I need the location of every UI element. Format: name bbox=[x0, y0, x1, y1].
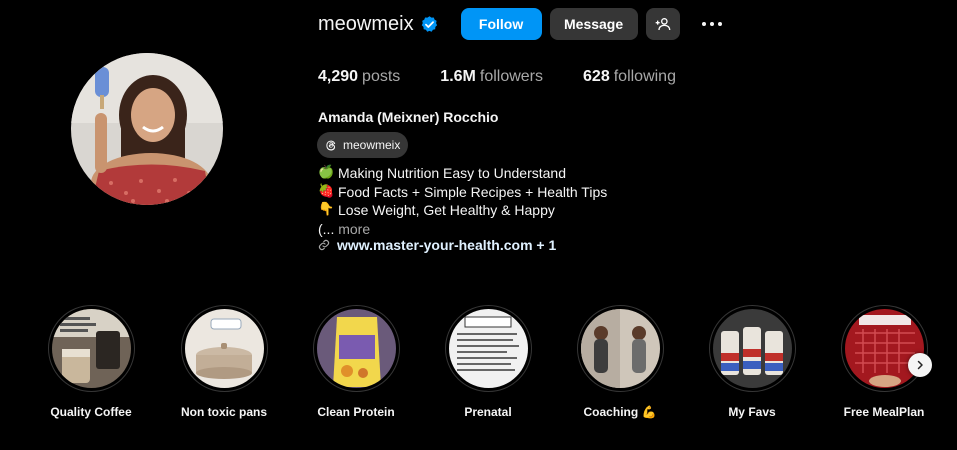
highlight-label: Coaching 💪 bbox=[583, 405, 657, 419]
profile-avatar[interactable] bbox=[71, 53, 223, 205]
highlight-cover bbox=[580, 309, 660, 388]
bio-line-text: Lose Weight, Get Healthy & Happy bbox=[338, 202, 555, 218]
highlight-label: My Favs bbox=[728, 405, 776, 419]
followers-stat[interactable]: 1.6M followers bbox=[440, 68, 543, 86]
pointing-down-icon: 👇 bbox=[318, 202, 335, 217]
link-icon bbox=[318, 239, 330, 251]
chevron-right-icon bbox=[917, 360, 923, 370]
highlight-label: Quality Coffee bbox=[50, 405, 132, 419]
external-link-text[interactable]: www.master-your-health.com + 1 bbox=[337, 237, 556, 253]
strawberry-icon: 🍓 bbox=[318, 183, 335, 199]
highlight-cover bbox=[184, 309, 264, 388]
following-stat[interactable]: 628 following bbox=[583, 68, 676, 86]
highlight-ring bbox=[444, 305, 532, 392]
highlight-prenatal[interactable]: Prenatal bbox=[433, 305, 543, 419]
highlight-my-favs[interactable]: My Favs bbox=[697, 305, 807, 419]
highlight-ring bbox=[708, 305, 796, 392]
followers-count: 1.6M bbox=[440, 68, 476, 85]
external-link[interactable]: www.master-your-health.com + 1 bbox=[318, 237, 556, 253]
profile-header: meowmeix Follow Message bbox=[318, 8, 722, 40]
posts-label: posts bbox=[362, 68, 401, 85]
highlight-label: Free MealPlan bbox=[843, 405, 925, 419]
threads-icon bbox=[326, 140, 336, 151]
bio: 🍏 Making Nutrition Easy to Understand 🍓 … bbox=[318, 164, 607, 238]
bio-line-text: Food Facts + Simple Recipes + Health Tip… bbox=[338, 183, 608, 200]
following-count: 628 bbox=[583, 68, 610, 85]
highlight-label: Clean Protein bbox=[317, 405, 395, 419]
more-link[interactable]: more bbox=[338, 220, 370, 239]
highlight-cover bbox=[316, 309, 396, 388]
message-button[interactable]: Message bbox=[549, 8, 638, 40]
threads-handle: meowmeix bbox=[343, 138, 401, 152]
highlight-cover bbox=[712, 309, 792, 388]
highlight-label: Non toxic pans bbox=[180, 405, 267, 419]
bio-line: 👇 Lose Weight, Get Healthy & Happy bbox=[318, 201, 607, 220]
following-label: following bbox=[613, 68, 676, 85]
threads-link[interactable]: meowmeix bbox=[317, 132, 409, 158]
highlight-non-toxic-pans[interactable]: Non toxic pans bbox=[169, 305, 279, 419]
followers-label: followers bbox=[479, 68, 544, 85]
highlight-ring bbox=[840, 305, 928, 392]
highlight-ring bbox=[180, 305, 268, 392]
posts-stat: 4,290 posts bbox=[318, 68, 400, 86]
full-name: Amanda (Meixner) Rocchio bbox=[318, 109, 499, 125]
highlight-ring bbox=[312, 305, 400, 392]
green-apple-icon: 🍏 bbox=[318, 165, 335, 180]
highlight-clean-protein[interactable]: Clean Protein bbox=[301, 305, 411, 419]
posts-count: 4,290 bbox=[318, 68, 359, 85]
highlight-ring bbox=[576, 305, 664, 392]
suggested-accounts-button[interactable] bbox=[645, 8, 680, 40]
more-options-icon[interactable] bbox=[701, 8, 722, 40]
bio-line: 🍓 Food Facts + Simple Recipes + Health T… bbox=[318, 183, 607, 202]
follow-button[interactable]: Follow bbox=[460, 8, 542, 40]
highlights-next-button[interactable] bbox=[908, 353, 932, 377]
add-user-icon bbox=[655, 18, 670, 31]
highlight-ring bbox=[47, 305, 135, 392]
bio-line-text: Making Nutrition Easy to Understand bbox=[338, 165, 566, 181]
highlight-quality-coffee[interactable]: Quality Coffee bbox=[36, 305, 146, 419]
profile-stats: 4,290 posts 1.6M followers 628 following bbox=[318, 68, 716, 86]
highlight-cover bbox=[51, 309, 131, 388]
highlight-cover bbox=[844, 309, 924, 388]
highlight-cover bbox=[448, 309, 528, 388]
bio-line: 🍏 Making Nutrition Easy to Understand bbox=[318, 164, 607, 183]
highlight-label: Prenatal bbox=[464, 405, 512, 419]
bio-more-prefix: (... bbox=[318, 220, 335, 237]
story-highlights: Quality Coffee Non toxic pans Clean Prot… bbox=[0, 305, 957, 435]
highlight-coaching[interactable]: Coaching 💪 bbox=[565, 305, 675, 419]
verified-badge-icon bbox=[420, 15, 439, 34]
bio-more[interactable]: (... more bbox=[318, 220, 607, 239]
username: meowmeix bbox=[318, 12, 414, 35]
